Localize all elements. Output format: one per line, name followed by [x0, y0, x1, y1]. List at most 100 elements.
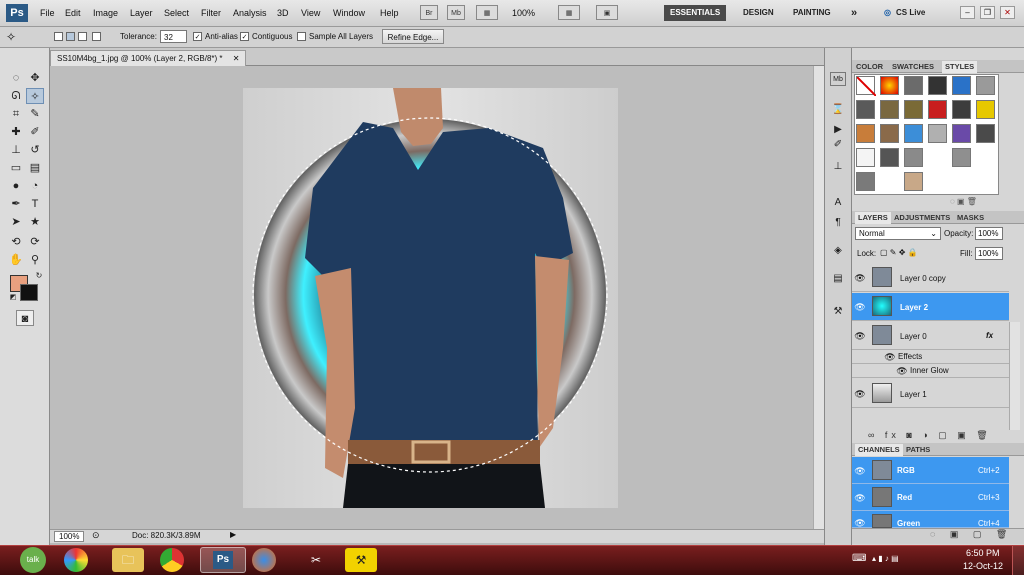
refine-edge-button[interactable]: Refine Edge...	[382, 29, 444, 44]
3d-rotate-icon[interactable]: ⟲	[7, 234, 25, 250]
background-color-swatch[interactable]	[20, 284, 38, 301]
menu-3d[interactable]: 3D	[277, 8, 289, 18]
tray-icons[interactable]: ▴ ▮ ♪ ▤	[872, 554, 899, 563]
eye-icon[interactable]: 👁	[854, 389, 866, 399]
mini-bridge-icon[interactable]: Mb	[830, 72, 846, 86]
healing-brush-icon[interactable]: ✚	[7, 124, 25, 140]
show-desktop-button[interactable]	[1012, 546, 1024, 575]
menu-edit[interactable]: Edit	[65, 8, 81, 18]
zoom-tool-icon[interactable]: ⚲	[26, 252, 44, 268]
shape-tool-icon[interactable]: ★	[26, 214, 44, 230]
app-icon[interactable]: ⚒	[345, 548, 377, 572]
status-zoom[interactable]: 100%	[54, 531, 85, 542]
add-selection-icon[interactable]	[66, 32, 75, 41]
type-tool-icon[interactable]: T	[26, 196, 44, 212]
history-icon[interactable]: ⌛	[830, 103, 846, 117]
tab-paths[interactable]: PATHS	[906, 444, 930, 456]
brush-tool-icon[interactable]: ✐	[26, 124, 44, 140]
zoom-level[interactable]: 100%	[512, 8, 535, 18]
style-swatch[interactable]	[880, 124, 899, 143]
menu-select[interactable]: Select	[164, 8, 189, 18]
tool-presets-icon[interactable]: ⚒	[830, 305, 846, 319]
sample-all-layers-checkbox[interactable]	[297, 32, 306, 41]
eye-icon[interactable]: 👁	[854, 518, 866, 528]
effects-row[interactable]	[852, 350, 1009, 364]
layers-scrollbar[interactable]	[1009, 322, 1020, 430]
clock-date[interactable]: 12-Oct-12	[963, 561, 1003, 571]
gtalk-icon[interactable]: talk	[20, 547, 46, 573]
character-icon[interactable]: A	[830, 196, 846, 210]
close-document-icon[interactable]: ✕	[233, 54, 240, 63]
cs-live-button[interactable]: CS Live	[896, 5, 925, 21]
workspace-painting[interactable]: PAINTING	[793, 5, 831, 21]
tolerance-input[interactable]: 32	[160, 30, 187, 43]
menu-help[interactable]: Help	[380, 8, 399, 18]
swap-colors-icon[interactable]: ↻	[30, 268, 48, 284]
style-swatch[interactable]	[880, 76, 899, 95]
magic-wand-tool-icon[interactable]: ✧	[26, 88, 44, 104]
workspace-design[interactable]: DESIGN	[743, 5, 774, 21]
keyboard-icon[interactable]: ⌨	[852, 553, 866, 564]
history-brush-icon[interactable]: ↺	[26, 142, 44, 158]
path-selection-icon[interactable]: ➤	[7, 214, 25, 230]
style-swatch[interactable]	[904, 148, 923, 167]
eye-icon[interactable]: 👁	[884, 352, 896, 362]
hand-tool-icon[interactable]: ✋	[7, 252, 25, 268]
clone-stamp-icon[interactable]: ⊥	[7, 142, 25, 158]
eyedropper-tool-icon[interactable]: ✎	[26, 106, 44, 122]
tab-masks[interactable]: MASKS	[957, 212, 984, 224]
style-swatch[interactable]	[856, 76, 877, 97]
mini-bridge-button[interactable]: Mb	[447, 5, 465, 20]
tab-channels[interactable]: CHANNELS	[855, 444, 903, 456]
fx-badge[interactable]: fx	[986, 331, 993, 340]
style-swatch[interactable]	[880, 148, 899, 167]
style-swatch[interactable]	[856, 124, 875, 143]
opacity-input[interactable]: 100%	[975, 227, 1003, 240]
new-selection-icon[interactable]	[54, 32, 63, 41]
style-swatch[interactable]	[928, 100, 947, 119]
antialias-checkbox[interactable]: ✓	[193, 32, 202, 41]
tab-styles[interactable]: STYLES	[942, 61, 978, 73]
style-swatch[interactable]	[904, 124, 923, 143]
menu-image[interactable]: Image	[93, 8, 118, 18]
quick-mask-icon[interactable]: ◙	[16, 310, 34, 326]
style-swatch[interactable]	[952, 100, 971, 119]
style-swatch[interactable]	[976, 100, 995, 119]
blur-tool-icon[interactable]: ●	[7, 178, 25, 194]
eye-icon[interactable]: 👁	[854, 302, 866, 312]
chrome-icon[interactable]	[160, 548, 184, 572]
view-extras-button[interactable]: ▦	[476, 5, 498, 20]
status-menu-arrow-icon[interactable]: ▶	[230, 530, 236, 539]
eye-icon[interactable]: 👁	[854, 466, 866, 476]
fill-input[interactable]: 100%	[975, 247, 1003, 260]
style-swatch[interactable]	[856, 172, 875, 191]
close-button[interactable]: ✕	[1000, 6, 1015, 19]
style-swatch[interactable]	[952, 148, 971, 167]
tab-swatches[interactable]: SWATCHES	[892, 61, 934, 73]
style-swatch[interactable]	[856, 148, 875, 167]
eye-icon[interactable]: 👁	[854, 493, 866, 503]
screen-mode-button[interactable]: ▣	[596, 5, 618, 20]
clone-source-icon[interactable]: ⊥	[830, 160, 846, 174]
style-swatch[interactable]	[976, 76, 995, 95]
vertical-scrollbar[interactable]	[813, 66, 824, 529]
arrange-documents-button[interactable]: ▦	[558, 5, 580, 20]
brushes-icon[interactable]: ✐	[830, 138, 846, 152]
eye-icon[interactable]: 👁	[854, 331, 866, 341]
channels-footer-icons[interactable]: ◌ ▣ ▢ 🗑	[930, 529, 1013, 540]
pen-tool-icon[interactable]: ✒	[7, 196, 25, 212]
lock-icons[interactable]: ▢ ✎ ✥ 🔒	[880, 248, 918, 257]
style-swatch[interactable]	[928, 124, 947, 143]
eye-icon[interactable]: 👁	[854, 273, 866, 283]
file-explorer-icon[interactable]: 🗀	[112, 548, 144, 572]
tab-adjustments[interactable]: ADJUSTMENTS	[894, 212, 950, 224]
document-tab[interactable]: SS10M4bg_1.jpg @ 100% (Layer 2, RGB/8*) …	[50, 50, 247, 66]
dodge-tool-icon[interactable]: ◔	[26, 178, 44, 194]
document-canvas[interactable]	[243, 88, 618, 508]
subtract-selection-icon[interactable]	[78, 32, 87, 41]
move-tool-icon[interactable]: ✥	[26, 70, 44, 86]
menu-view[interactable]: View	[301, 8, 320, 18]
menu-file[interactable]: File	[40, 8, 55, 18]
gradient-tool-icon[interactable]: ▤	[26, 160, 44, 176]
style-swatch[interactable]	[904, 100, 923, 119]
